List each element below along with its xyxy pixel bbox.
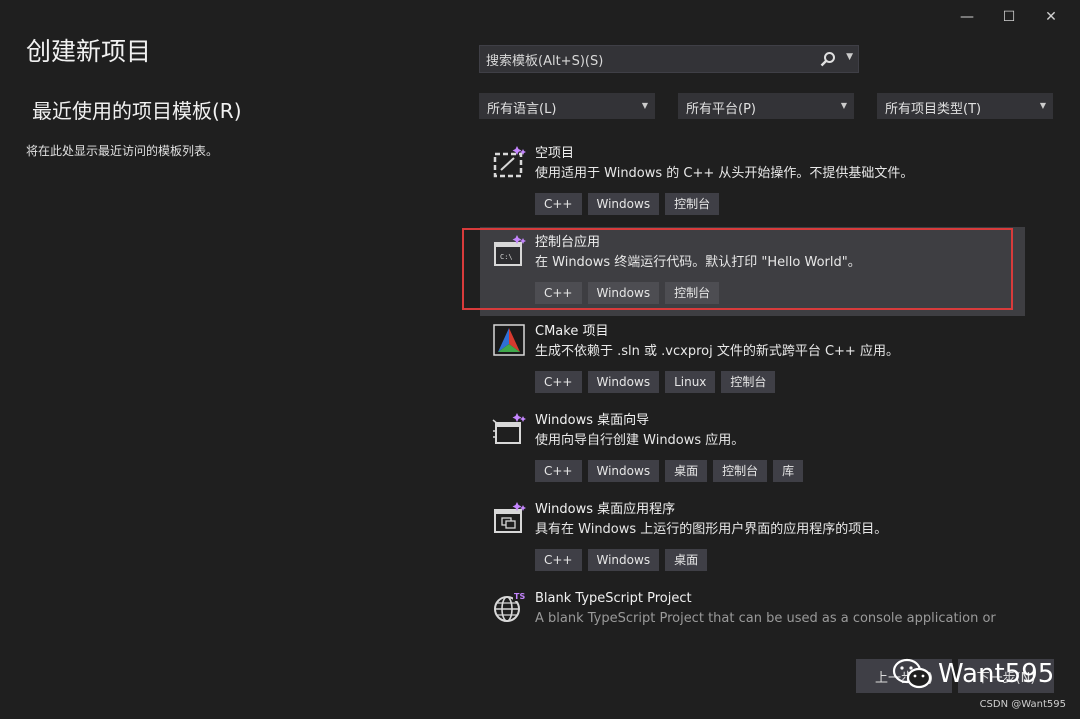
template-description: 在 Windows 终端运行代码。默认打印 "Hello World"。 [535,255,861,270]
close-button[interactable]: ✕ [1030,6,1072,28]
minimize-button[interactable]: — [946,6,988,28]
template-tag: 桌面 [665,549,708,571]
template-item-blank-typescript[interactable]: TS Blank TypeScript Project A blank Type… [480,583,1025,630]
template-tag: 控制台 [665,282,720,304]
project-type-filter-value: 所有项目类型(T) [885,102,982,117]
platform-filter-value: 所有平台(P) [686,102,756,117]
language-filter[interactable]: 所有语言(L) ▼ [479,93,655,119]
template-item-cmake-project[interactable]: CMake 项目 生成不依赖于 .sln 或 .vcxproj 文件的新式跨平台… [480,316,1025,405]
template-search-input[interactable]: 搜索模板(Alt+S)(S) ▼ [479,45,859,73]
template-tag: Windows [587,460,660,482]
wechat-icon [892,658,932,689]
window-controls: — ☐ ✕ [946,6,1072,28]
svg-text:C:\: C:\ [500,253,513,261]
platform-filter[interactable]: 所有平台(P) ▼ [678,93,854,119]
search-icon[interactable] [820,51,836,67]
recent-templates-empty-text: 将在此处显示最近访问的模板列表。 [26,144,219,158]
template-item-empty-project[interactable]: 空项目 使用适用于 Windows 的 C++ 从头开始操作。不提供基础文件。 … [480,138,1025,227]
template-tag: 桌面 [665,460,708,482]
template-tag: C++ [535,460,582,482]
template-tag: Windows [587,371,660,393]
template-item-windows-desktop-app[interactable]: Windows 桌面应用程序 具有在 Windows 上运行的图形用户界面的应用… [480,494,1025,583]
watermark-text: Want595 [938,659,1055,689]
template-tag: C++ [535,282,582,304]
template-item-windows-desktop-wizard[interactable]: Windows 桌面向导 使用向导自行创建 Windows 应用。 C++ Wi… [480,405,1025,494]
template-description: 生成不依赖于 .sln 或 .vcxproj 文件的新式跨平台 C++ 应用。 [535,344,899,359]
maximize-button[interactable]: ☐ [988,6,1030,28]
chevron-down-icon: ▼ [641,101,648,110]
language-filter-value: 所有语言(L) [487,102,557,117]
desktop-app-icon [494,502,526,533]
desktop-wizard-icon [492,413,526,444]
search-placeholder: 搜索模板(Alt+S)(S) [486,53,604,69]
template-tag: Windows [587,282,660,304]
template-name: 控制台应用 [535,235,601,250]
template-tag: 库 [773,460,804,482]
template-description: 使用适用于 Windows 的 C++ 从头开始操作。不提供基础文件。 [535,166,914,181]
template-tag: 控制台 [665,193,720,215]
template-list: 空项目 使用适用于 Windows 的 C++ 从头开始操作。不提供基础文件。 … [480,138,1025,630]
template-tag: C++ [535,193,582,215]
template-tag: Linux [665,371,716,393]
template-tag: Windows [587,549,660,571]
template-tag: 控制台 [713,460,768,482]
template-tag: 控制台 [721,371,776,393]
chevron-down-icon: ▼ [840,101,847,110]
template-name: CMake 项目 [535,324,609,339]
recent-templates-heading: 最近使用的项目模板(R) [32,99,242,123]
typescript-globe-icon: TS [494,591,525,622]
chevron-down-icon[interactable]: ▼ [846,52,853,62]
template-description: 使用向导自行创建 Windows 应用。 [535,433,745,448]
chevron-down-icon: ▼ [1039,101,1046,110]
project-type-filter[interactable]: 所有项目类型(T) ▼ [877,93,1053,119]
template-tag: C++ [535,371,582,393]
template-item-console-app[interactable]: C:\ 控制台应用 在 Windows 终端运行代码。默认打印 "Hello W… [480,227,1025,316]
template-name: Blank TypeScript Project [535,591,692,606]
page-title: 创建新项目 [26,37,152,66]
template-tag: C++ [535,549,582,571]
template-name: Windows 桌面向导 [535,413,650,428]
cmake-icon [493,324,525,356]
empty-project-icon [493,146,526,178]
console-app-icon: C:\ [494,235,526,266]
template-description: A blank TypeScript Project that can be u… [535,611,996,626]
template-tag: Windows [587,193,660,215]
svg-text:TS: TS [514,592,525,601]
template-name: 空项目 [535,146,575,161]
credit-text: CSDN @Want595 [979,699,1066,710]
template-name: Windows 桌面应用程序 [535,502,676,517]
template-description: 具有在 Windows 上运行的图形用户界面的应用程序的项目。 [535,522,888,537]
watermark: Want595 [892,652,1054,696]
